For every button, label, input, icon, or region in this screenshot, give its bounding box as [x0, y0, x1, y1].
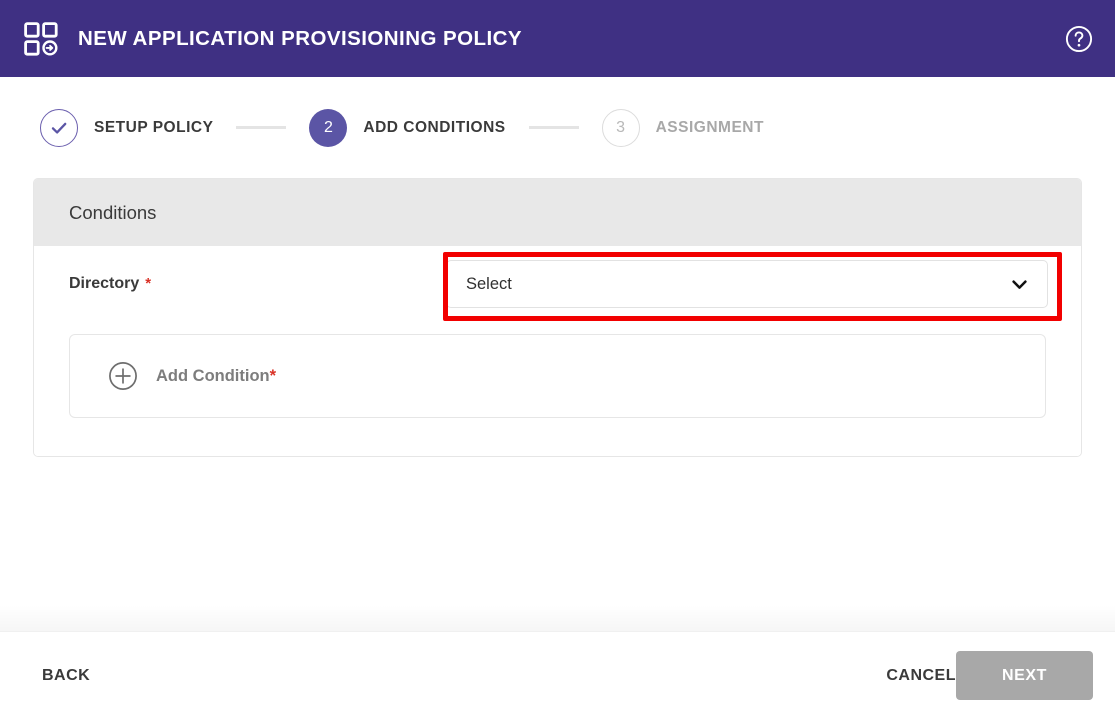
- stepper-connector-1: [236, 126, 287, 129]
- step-1-indicator: [40, 108, 78, 147]
- add-condition-button[interactable]: Add Condition*: [69, 334, 1046, 418]
- conditions-card-header: Conditions: [34, 179, 1081, 246]
- stepper-step-add-conditions[interactable]: 2 ADD CONDITIONS: [309, 108, 506, 147]
- conditions-card: Conditions Directory * Select Add Condit…: [33, 178, 1082, 457]
- footer-shadow: [0, 605, 1115, 631]
- stepper-connector-2: [528, 126, 579, 129]
- directory-field-row: Directory * Select: [34, 246, 1081, 322]
- step-2-indicator: 2: [309, 108, 348, 147]
- step-3-indicator: 3: [601, 108, 640, 147]
- back-button[interactable]: BACK: [42, 667, 90, 685]
- add-condition-text: Add Condition: [156, 366, 270, 385]
- step-2-label: ADD CONDITIONS: [363, 118, 506, 136]
- next-button[interactable]: NEXT: [956, 651, 1093, 700]
- stepper-step-assignment[interactable]: 3 ASSIGNMENT: [601, 108, 764, 147]
- step-3-label: ASSIGNMENT: [655, 118, 764, 136]
- chevron-down-icon: [1012, 279, 1027, 289]
- help-circle-icon[interactable]: [1065, 25, 1093, 53]
- step-1-label: SETUP POLICY: [94, 118, 214, 136]
- directory-select-wrapper: Select: [446, 260, 1048, 308]
- directory-field-label: Directory *: [69, 275, 151, 293]
- header-left-group: NEW APPLICATION PROVISIONING POLICY: [24, 21, 1065, 56]
- directory-select[interactable]: Select: [446, 260, 1048, 308]
- directory-label-text: Directory: [69, 275, 140, 292]
- directory-select-value: Select: [466, 274, 512, 293]
- wizard-stepper: SETUP POLICY 2 ADD CONDITIONS 3 ASSIGNME…: [0, 77, 1115, 178]
- plus-circle-icon: [109, 362, 137, 390]
- add-condition-label: Add Condition*: [156, 367, 276, 386]
- app-grid-provisioning-icon: [24, 21, 58, 56]
- application-window: NEW APPLICATION PROVISIONING POLICY SETU…: [0, 0, 1115, 719]
- conditions-card-title: Conditions: [69, 201, 157, 223]
- check-icon: [51, 122, 67, 134]
- stepper-step-setup-policy[interactable]: SETUP POLICY: [40, 108, 214, 147]
- add-condition-required-asterisk: *: [269, 366, 277, 385]
- app-header: NEW APPLICATION PROVISIONING POLICY: [0, 0, 1115, 77]
- cancel-button[interactable]: CANCEL: [886, 667, 956, 685]
- conditions-card-body: Directory * Select Add Condition*: [34, 246, 1081, 456]
- page-title: NEW APPLICATION PROVISIONING POLICY: [78, 26, 522, 50]
- wizard-footer: BACK CANCEL NEXT: [0, 631, 1115, 719]
- directory-required-asterisk: *: [145, 275, 152, 292]
